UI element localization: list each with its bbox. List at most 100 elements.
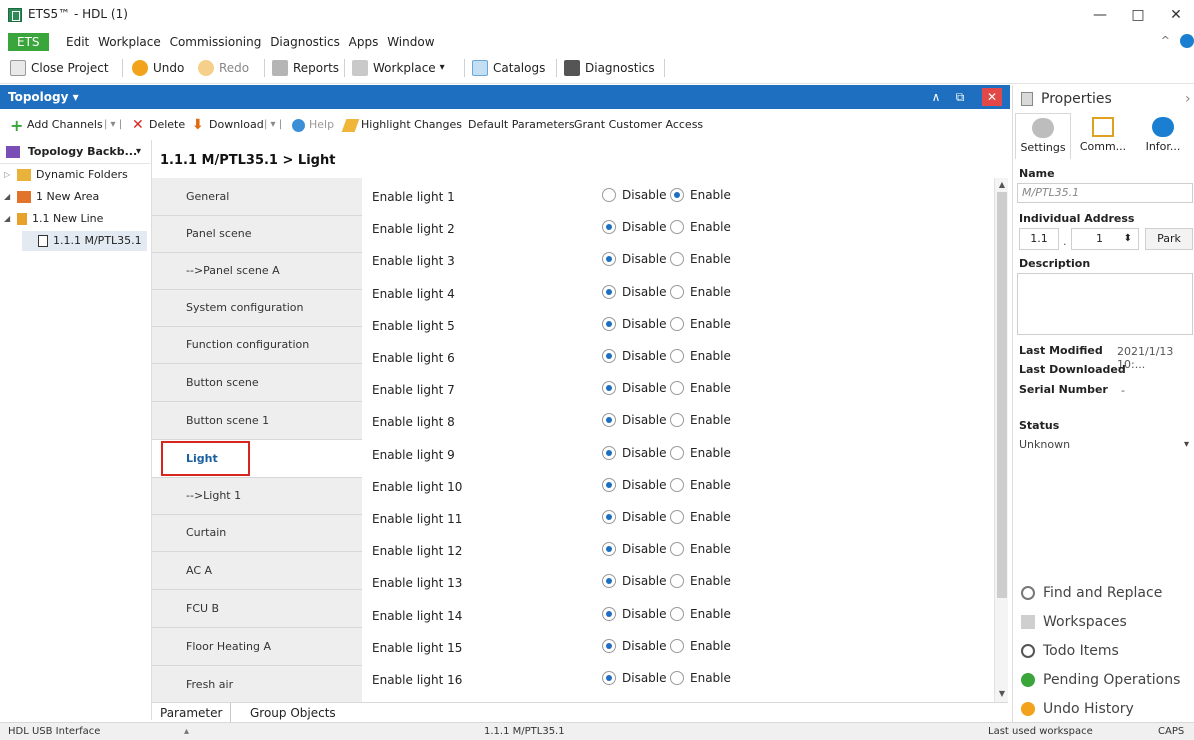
close-project-button[interactable]: Close Project [10, 57, 109, 79]
collapse-icon[interactable]: ◢ [4, 209, 14, 229]
enable-radio[interactable] [670, 285, 684, 299]
pending-operations-link[interactable]: Pending Operations [1021, 669, 1180, 691]
enable-radio[interactable] [670, 478, 684, 492]
disable-radio-label[interactable]: Disable [622, 446, 667, 460]
add-channels-dropdown[interactable]: | ▾ | [104, 117, 122, 133]
tree-view-selector[interactable]: Topology Backb... ▾ [0, 140, 150, 164]
minimize-button[interactable]: — [1082, 4, 1118, 26]
enable-radio[interactable] [670, 252, 684, 266]
status-up-icon[interactable]: ▴ [184, 726, 189, 737]
workplace-dropdown[interactable]: Workplace ▾ [352, 57, 445, 79]
enable-radio[interactable] [670, 671, 684, 685]
nav-item-fresh-air[interactable]: Fresh air [152, 666, 362, 704]
nav-item-function-configuration[interactable]: Function configuration [152, 326, 362, 364]
nav-item-general[interactable]: General [152, 178, 362, 216]
tree-item-device[interactable]: 1.1.1 M/PTL35.1 [22, 231, 147, 251]
disable-radio-label[interactable]: Disable [622, 542, 667, 556]
menu-workplace[interactable]: Workplace [98, 35, 161, 49]
park-button[interactable]: Park [1145, 228, 1193, 250]
disable-radio-label[interactable]: Disable [622, 220, 667, 234]
enable-radio[interactable] [670, 510, 684, 524]
nav-item-button-scene-1[interactable]: Button scene 1 [152, 402, 362, 440]
enable-radio-label[interactable]: Enable [690, 510, 731, 524]
enable-radio-label[interactable]: Enable [690, 542, 731, 556]
disable-radio-label[interactable]: Disable [622, 381, 667, 395]
disable-radio[interactable] [602, 413, 616, 427]
disable-radio[interactable] [602, 446, 616, 460]
add-channels-button[interactable]: + Add Channels [10, 117, 103, 133]
highlight-changes-button[interactable]: Highlight Changes [341, 117, 462, 133]
nav-item-floor-heating-a[interactable]: Floor Heating A [152, 628, 362, 666]
nav-item-light-1[interactable]: -->Light 1 [152, 477, 362, 515]
tab-group-objects[interactable]: Group Objects [242, 703, 344, 723]
disable-radio-label[interactable]: Disable [622, 349, 667, 363]
disable-radio-label[interactable]: Disable [622, 413, 667, 427]
disable-radio-label[interactable]: Disable [622, 510, 667, 524]
name-field[interactable]: M/PTL35.1 [1017, 183, 1193, 203]
menu-diagnostics[interactable]: Diagnostics [270, 35, 340, 49]
disable-radio[interactable] [602, 542, 616, 556]
menu-edit[interactable]: Edit [66, 35, 89, 49]
disable-radio[interactable] [602, 574, 616, 588]
disable-radio-label[interactable]: Disable [622, 671, 667, 685]
enable-radio-label[interactable]: Enable [690, 574, 731, 588]
enable-radio[interactable] [670, 317, 684, 331]
enable-radio-label[interactable]: Enable [690, 413, 731, 427]
enable-radio[interactable] [670, 607, 684, 621]
disable-radio[interactable] [602, 349, 616, 363]
disable-radio-label[interactable]: Disable [622, 574, 667, 588]
enable-radio-label[interactable]: Enable [690, 252, 731, 266]
nav-item-panel-scene[interactable]: Panel scene [152, 215, 362, 253]
enable-radio[interactable] [670, 446, 684, 460]
enable-radio[interactable] [670, 542, 684, 556]
enable-radio[interactable] [670, 574, 684, 588]
ets-menu-button[interactable]: ETS [8, 33, 49, 51]
enable-radio-label[interactable]: Enable [690, 639, 731, 653]
nav-item-curtain[interactable]: Curtain [152, 514, 362, 552]
disable-radio[interactable] [602, 381, 616, 395]
disable-radio-label[interactable]: Disable [622, 478, 667, 492]
redo-button[interactable]: Redo [198, 57, 249, 79]
tree-item-new-area[interactable]: ◢ 1 New Area [4, 187, 99, 207]
panel-restore-icon[interactable]: ⧉ [950, 88, 970, 106]
disable-radio[interactable] [602, 510, 616, 524]
enable-radio-label[interactable]: Enable [690, 381, 731, 395]
enable-radio-label[interactable]: Enable [690, 446, 731, 460]
default-parameters-button[interactable]: Default Parameters [468, 117, 575, 133]
disable-radio-label[interactable]: Disable [622, 188, 667, 202]
disable-radio-label[interactable]: Disable [622, 317, 667, 331]
disable-radio[interactable] [602, 317, 616, 331]
enable-radio-label[interactable]: Enable [690, 285, 731, 299]
find-and-replace-link[interactable]: Find and Replace [1021, 582, 1162, 604]
undo-history-link[interactable]: Undo History [1021, 698, 1134, 720]
ribbon-collapse-icon[interactable]: ^ [1161, 34, 1170, 47]
close-window-button[interactable]: ✕ [1158, 4, 1194, 26]
todo-items-link[interactable]: Todo Items [1021, 640, 1119, 662]
grant-customer-access-button[interactable]: Grant Customer Access [574, 117, 703, 133]
enable-radio-label[interactable]: Enable [690, 349, 731, 363]
nav-item-fcu-b[interactable]: FCU B [152, 590, 362, 628]
scroll-down-icon[interactable]: ▼ [995, 688, 1009, 700]
enable-radio[interactable] [670, 349, 684, 363]
enable-radio[interactable] [670, 220, 684, 234]
parameter-scrollbar[interactable]: ▲ ▼ [994, 178, 1008, 702]
nav-item-ac-a[interactable]: AC A [152, 552, 362, 590]
disable-radio-label[interactable]: Disable [622, 285, 667, 299]
nav-item-system-configuration[interactable]: System configuration [152, 289, 362, 327]
enable-radio-label[interactable]: Enable [690, 188, 731, 202]
help-button[interactable]: Help [292, 117, 334, 133]
enable-radio[interactable] [670, 639, 684, 653]
tab-comments[interactable]: Comm... [1075, 113, 1131, 159]
tree-item-dynamic-folders[interactable]: ▷ Dynamic Folders [4, 165, 128, 185]
enable-radio[interactable] [670, 413, 684, 427]
enable-radio-label[interactable]: Enable [690, 317, 731, 331]
tree-item-new-line[interactable]: ◢ 1.1 New Line [4, 209, 103, 229]
disable-radio[interactable] [602, 285, 616, 299]
diagnostics-button[interactable]: Diagnostics [564, 57, 655, 79]
enable-radio[interactable] [670, 188, 684, 202]
enable-radio-label[interactable]: Enable [690, 671, 731, 685]
maximize-button[interactable]: □ [1120, 4, 1156, 26]
menu-commissioning[interactable]: Commissioning [170, 35, 262, 49]
disable-radio[interactable] [602, 188, 616, 202]
enable-radio-label[interactable]: Enable [690, 220, 731, 234]
